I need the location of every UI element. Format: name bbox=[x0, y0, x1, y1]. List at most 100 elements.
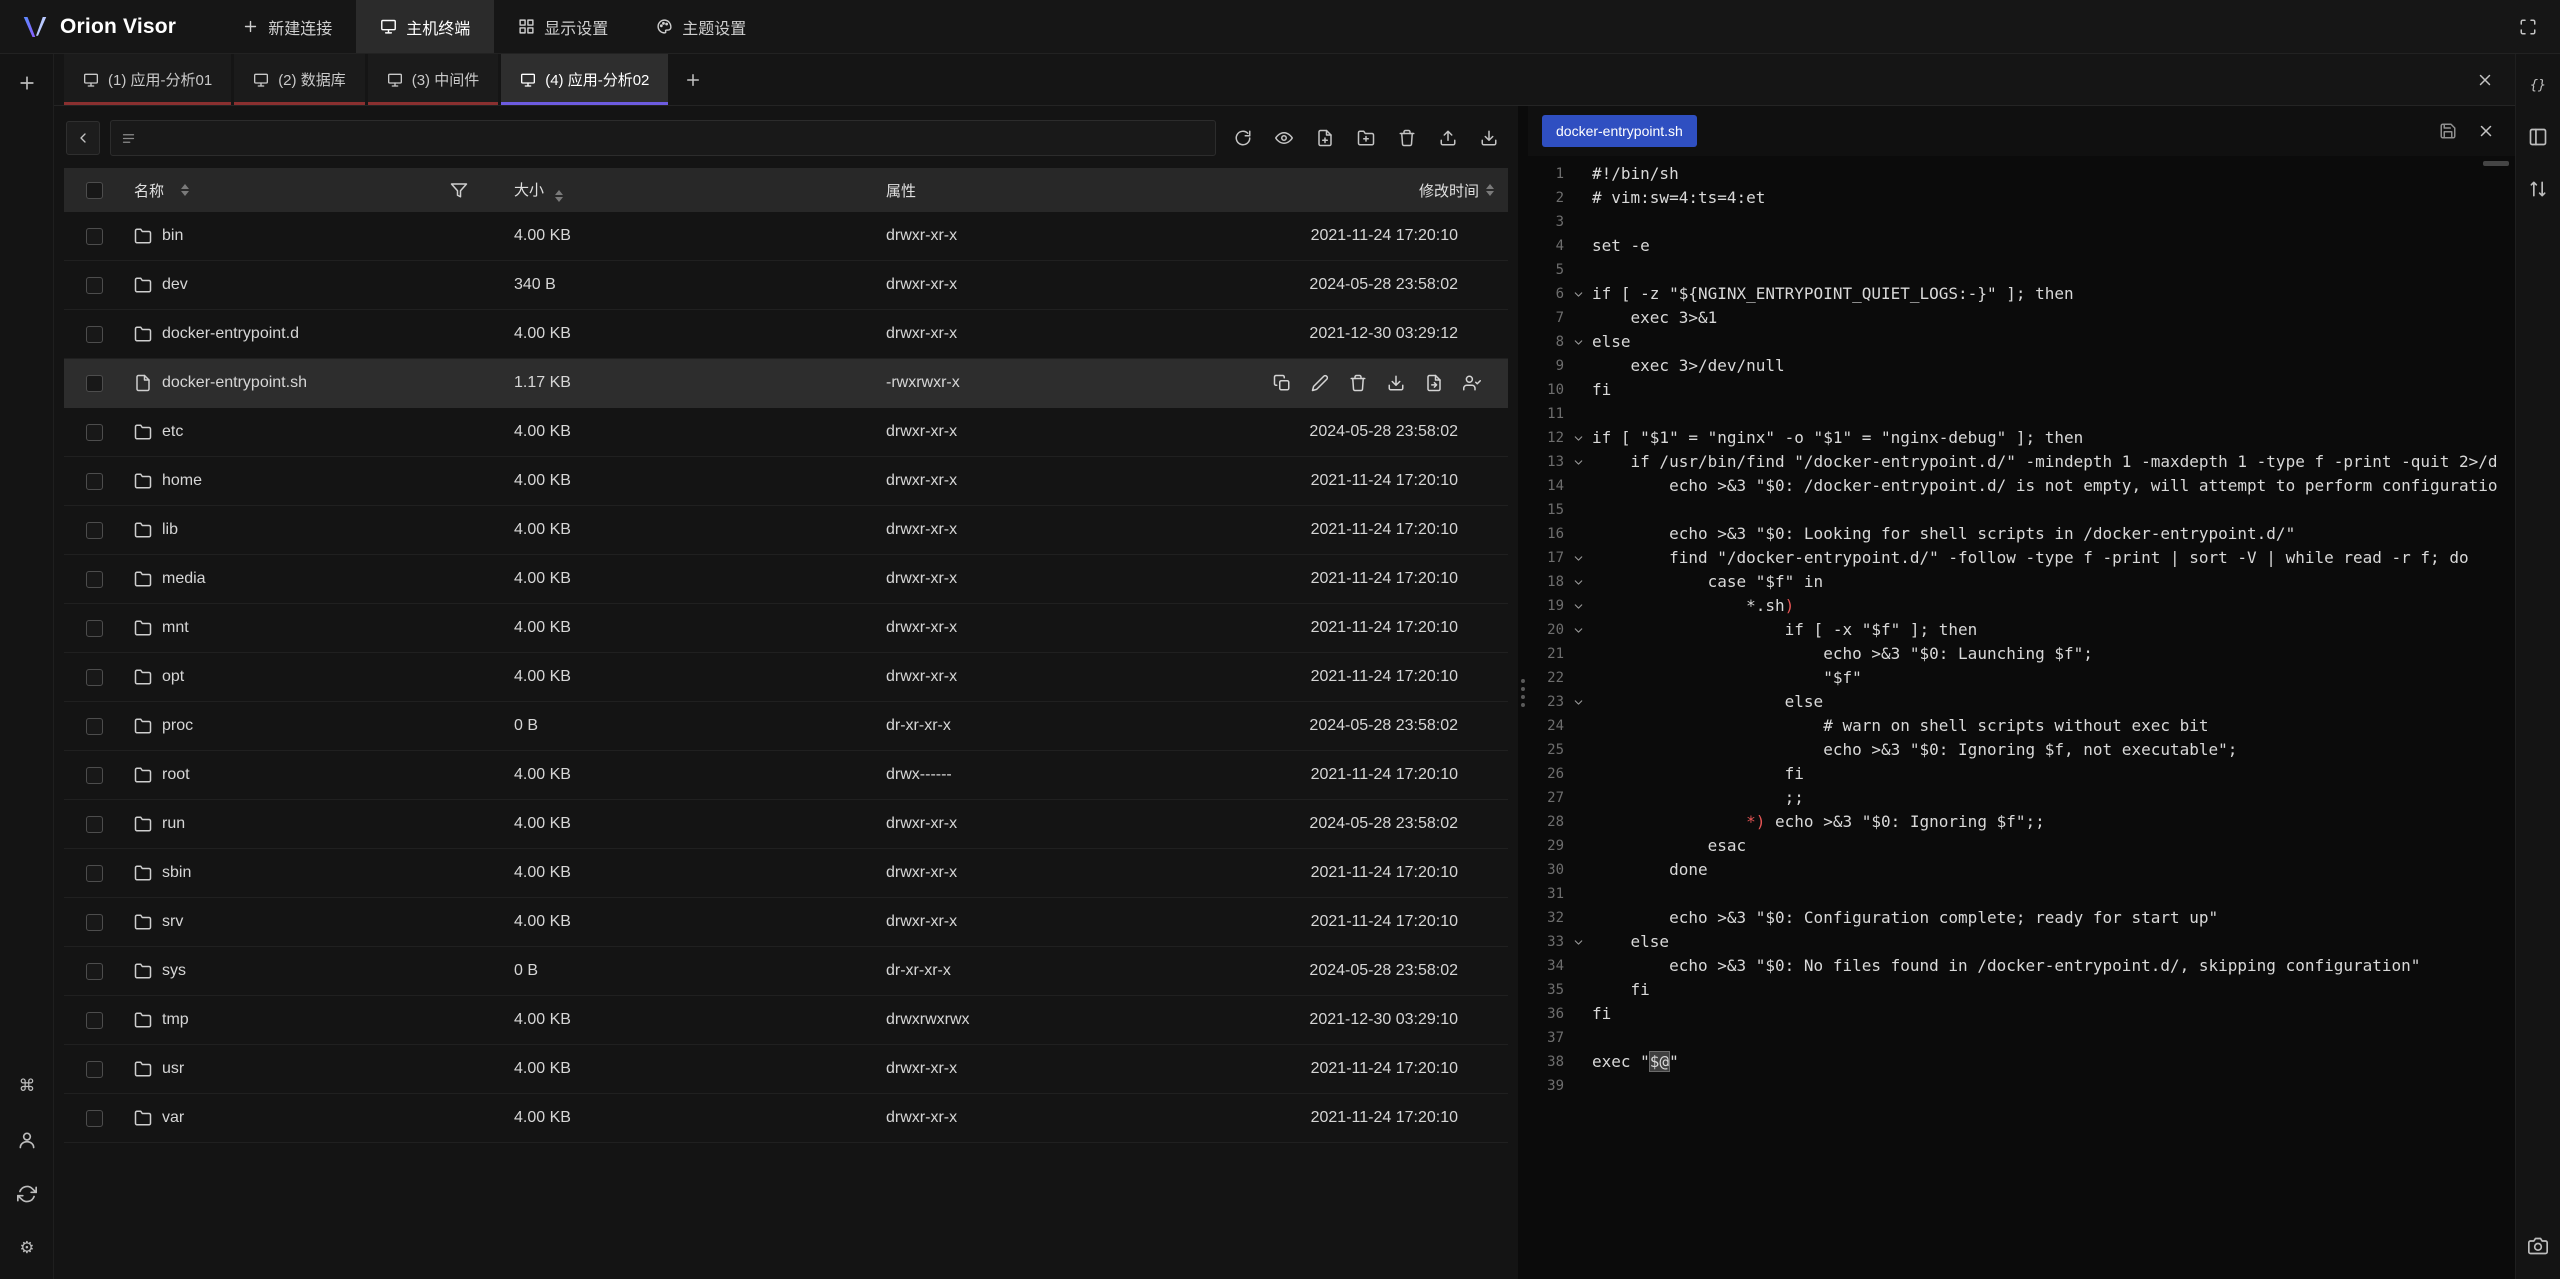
table-row[interactable]: sys 0 B dr-xr-xr-x 2024-05-28 23:58:02 bbox=[64, 947, 1508, 996]
menu-item-2[interactable]: 主机终端 bbox=[356, 0, 494, 53]
row-checkbox[interactable] bbox=[86, 424, 103, 441]
fold-chevron-icon[interactable] bbox=[1572, 336, 1585, 349]
column-header-modified[interactable]: 修改时间 bbox=[1419, 180, 1479, 201]
refresh-button[interactable] bbox=[1226, 121, 1260, 155]
menu-item-3[interactable]: 显示设置 bbox=[494, 0, 632, 53]
close-editor-button[interactable] bbox=[2471, 116, 2501, 146]
sort-size-icon[interactable] bbox=[555, 190, 563, 202]
sort-name-icon[interactable] bbox=[181, 184, 189, 196]
table-row[interactable]: docker-entrypoint.d 4.00 KB drwxr-xr-x 2… bbox=[64, 310, 1508, 359]
row-name: docker-entrypoint.d bbox=[162, 325, 299, 343]
shortcut-button[interactable]: ⌘ bbox=[10, 1069, 44, 1103]
left-rail-bottom: ⌘ ⚙ bbox=[10, 1069, 44, 1265]
settings-button[interactable]: ⚙ bbox=[10, 1231, 44, 1265]
table-row[interactable]: dev 340 B drwxr-xr-x 2024-05-28 23:58:02 bbox=[64, 261, 1508, 310]
add-tab-button[interactable] bbox=[675, 62, 711, 98]
row-checkbox[interactable] bbox=[86, 718, 103, 735]
menu-item-1[interactable]: 新建连接 bbox=[218, 0, 356, 53]
row-checkbox[interactable] bbox=[86, 228, 103, 245]
fold-chevron-icon[interactable] bbox=[1572, 576, 1585, 589]
column-header-name[interactable]: 名称 bbox=[134, 180, 164, 201]
fold-chevron-icon[interactable] bbox=[1572, 288, 1585, 301]
sort-order-button[interactable] bbox=[2521, 172, 2555, 206]
row-name: tmp bbox=[162, 1011, 189, 1029]
show-hidden-button[interactable] bbox=[1267, 121, 1301, 155]
row-checkbox[interactable] bbox=[86, 620, 103, 637]
terminal-tab-3[interactable]: (3) 中间件 bbox=[368, 54, 499, 105]
sort-modified-icon[interactable] bbox=[1486, 184, 1494, 196]
new-item-button[interactable] bbox=[10, 66, 44, 100]
edit-button[interactable] bbox=[1310, 373, 1330, 393]
download-button[interactable] bbox=[1386, 373, 1406, 393]
row-checkbox[interactable] bbox=[86, 669, 103, 686]
row-checkbox[interactable] bbox=[86, 914, 103, 931]
screenshot-button[interactable] bbox=[2521, 1229, 2555, 1263]
move-button[interactable] bbox=[1424, 373, 1444, 393]
row-checkbox[interactable] bbox=[86, 963, 103, 980]
row-checkbox[interactable] bbox=[86, 816, 103, 833]
table-row[interactable]: run 4.00 KB drwxr-xr-x 2024-05-28 23:58:… bbox=[64, 800, 1508, 849]
fold-chevron-icon[interactable] bbox=[1572, 552, 1585, 565]
table-row[interactable]: tmp 4.00 KB drwxrwxrwx 2021-12-30 03:29:… bbox=[64, 996, 1508, 1045]
table-row[interactable]: media 4.00 KB drwxr-xr-x 2021-11-24 17:2… bbox=[64, 555, 1508, 604]
permission-button[interactable] bbox=[1462, 373, 1482, 393]
new-folder-button[interactable] bbox=[1349, 121, 1383, 155]
terminal-tab-1[interactable]: (1) 应用-分析01 bbox=[64, 54, 231, 105]
table-row[interactable]: etc 4.00 KB drwxr-xr-x 2024-05-28 23:58:… bbox=[64, 408, 1508, 457]
user-button[interactable] bbox=[10, 1123, 44, 1157]
upload-button[interactable] bbox=[1431, 121, 1465, 155]
new-file-button[interactable] bbox=[1308, 121, 1342, 155]
fold-chevron-icon[interactable] bbox=[1572, 456, 1585, 469]
column-header-size[interactable]: 大小 bbox=[514, 182, 544, 199]
sync-button[interactable] bbox=[10, 1177, 44, 1211]
download-button[interactable] bbox=[1472, 121, 1506, 155]
variables-button[interactable]: {} bbox=[2521, 68, 2555, 102]
table-row[interactable]: home 4.00 KB drwxr-xr-x 2021-11-24 17:20… bbox=[64, 457, 1508, 506]
row-checkbox[interactable] bbox=[86, 1061, 103, 1078]
row-checkbox[interactable] bbox=[86, 1012, 103, 1029]
table-row[interactable]: sbin 4.00 KB drwxr-xr-x 2021-11-24 17:20… bbox=[64, 849, 1508, 898]
delete-button[interactable] bbox=[1348, 373, 1368, 393]
row-checkbox[interactable] bbox=[86, 326, 103, 343]
row-checkbox[interactable] bbox=[86, 277, 103, 294]
path-input[interactable] bbox=[110, 120, 1216, 156]
fold-chevron-icon[interactable] bbox=[1572, 936, 1585, 949]
table-row[interactable]: srv 4.00 KB drwxr-xr-x 2021-11-24 17:20:… bbox=[64, 898, 1508, 947]
delete-button[interactable] bbox=[1390, 121, 1424, 155]
fold-chevron-icon[interactable] bbox=[1572, 696, 1585, 709]
fullscreen-button[interactable] bbox=[2510, 9, 2546, 45]
row-checkbox[interactable] bbox=[86, 375, 103, 392]
menu-item-4[interactable]: 主题设置 bbox=[632, 0, 770, 53]
row-checkbox[interactable] bbox=[86, 1110, 103, 1127]
editor-scrollbar-thumb[interactable] bbox=[2483, 161, 2509, 166]
panel-splitter[interactable] bbox=[1518, 106, 1528, 1279]
table-row[interactable]: opt 4.00 KB drwxr-xr-x 2021-11-24 17:20:… bbox=[64, 653, 1508, 702]
table-row[interactable]: root 4.00 KB drwx------ 2021-11-24 17:20… bbox=[64, 751, 1508, 800]
table-row[interactable]: bin 4.00 KB drwxr-xr-x 2021-11-24 17:20:… bbox=[64, 212, 1508, 261]
back-button[interactable] bbox=[66, 121, 100, 155]
fold-chevron-icon[interactable] bbox=[1572, 432, 1585, 445]
row-checkbox[interactable] bbox=[86, 571, 103, 588]
table-row[interactable]: usr 4.00 KB drwxr-xr-x 2021-11-24 17:20:… bbox=[64, 1045, 1508, 1094]
row-checkbox[interactable] bbox=[86, 767, 103, 784]
row-checkbox[interactable] bbox=[86, 865, 103, 882]
table-row[interactable]: lib 4.00 KB drwxr-xr-x 2021-11-24 17:20:… bbox=[64, 506, 1508, 555]
filter-icon[interactable] bbox=[450, 181, 468, 199]
table-row[interactable]: mnt 4.00 KB drwxr-xr-x 2021-11-24 17:20:… bbox=[64, 604, 1508, 653]
table-row[interactable]: proc 0 B dr-xr-xr-x 2024-05-28 23:58:02 bbox=[64, 702, 1508, 751]
layout-button[interactable] bbox=[2521, 120, 2555, 154]
select-all-checkbox[interactable] bbox=[86, 182, 103, 199]
terminal-tab-4[interactable]: (4) 应用-分析02 bbox=[501, 54, 668, 105]
row-checkbox[interactable] bbox=[86, 522, 103, 539]
table-row[interactable]: docker-entrypoint.sh 1.17 KB -rwxrwxr-x bbox=[64, 359, 1508, 408]
fold-chevron-icon[interactable] bbox=[1572, 624, 1585, 637]
terminal-tab-2[interactable]: (2) 数据库 bbox=[234, 54, 365, 105]
close-tabs-button[interactable] bbox=[2467, 62, 2503, 98]
save-button[interactable] bbox=[2433, 116, 2463, 146]
copy-button[interactable] bbox=[1272, 373, 1292, 393]
table-row[interactable]: var 4.00 KB drwxr-xr-x 2021-11-24 17:20:… bbox=[64, 1094, 1508, 1143]
code-editor[interactable]: 1#!/bin/sh2# vim:sw=4:ts=4:et34set -e56i… bbox=[1528, 156, 2515, 1279]
editor-file-tab[interactable]: docker-entrypoint.sh bbox=[1542, 115, 1697, 147]
fold-chevron-icon[interactable] bbox=[1572, 600, 1585, 613]
row-checkbox[interactable] bbox=[86, 473, 103, 490]
